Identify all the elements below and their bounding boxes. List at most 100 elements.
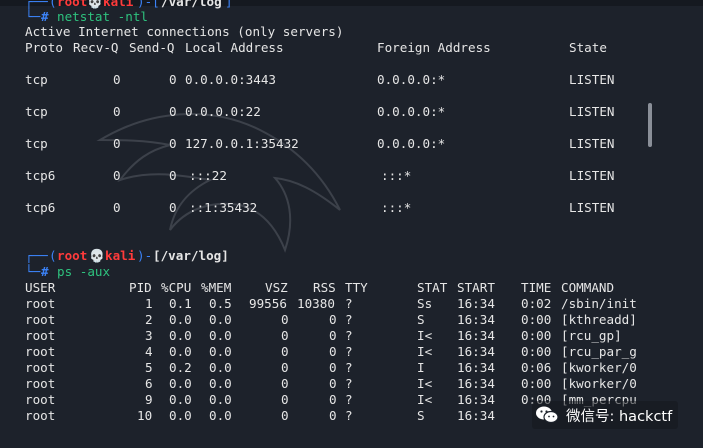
table-cell: I<: [417, 376, 433, 391]
table-cell: 0: [281, 392, 289, 407]
header-sendq: Send-Q: [129, 40, 175, 55]
table-cell: 0: [329, 392, 337, 407]
table-cell: tcp6: [25, 168, 56, 183]
watermark-text: 微信号: hackctf: [566, 408, 673, 425]
output-title: Active Internet connections (only server…: [0, 24, 343, 40]
wechat-icon: [536, 406, 559, 424]
table-cell: 0: [113, 72, 121, 87]
table-cell: ?: [345, 360, 353, 375]
table-cell: tcp6: [25, 200, 56, 215]
prompt-frame: ┌──: [25, 248, 48, 263]
header-state: State: [569, 40, 607, 55]
table-cell: 16:34: [457, 344, 495, 359]
command-line-1: └─ # netstat -ntl: [0, 9, 148, 25]
scrollbar-thumb[interactable]: [648, 103, 652, 147]
ps-header-cell: TTY: [345, 280, 368, 295]
table-cell: 0.0: [169, 376, 192, 391]
table-cell: 0: [169, 136, 177, 151]
table-cell: 0.0: [209, 408, 232, 423]
ps-header-cell: %CPU: [161, 280, 192, 295]
table-cell: root: [25, 328, 56, 343]
table-cell: 16:34: [457, 328, 495, 343]
kali-dragon-watermark: [96, 112, 341, 253]
table-cell: 99556: [249, 296, 287, 311]
table-cell: :::*: [381, 168, 412, 183]
table-cell: 0.0: [169, 312, 192, 327]
terminal-window[interactable]: ┌── ( root💀kali )-[ /var/log ] └─ # nets…: [0, 0, 703, 448]
prompt-hash: #: [41, 9, 49, 24]
table-cell: 0.0: [209, 344, 232, 359]
table-cell: ?: [345, 296, 353, 311]
table-cell: 0:00: [521, 312, 552, 327]
header-proto: Proto: [25, 40, 63, 55]
table-cell: 0.0.0.0:*: [377, 72, 446, 87]
table-cell: 0.0.0.0:*: [377, 104, 446, 119]
ps-header-cell: START: [457, 280, 495, 295]
ps-header-cell: STAT: [417, 280, 448, 295]
table-cell: 0:00: [521, 344, 552, 359]
table-cell: root: [25, 360, 56, 375]
prompt-frame-bottom: └─: [25, 9, 41, 24]
table-cell: root: [25, 312, 56, 327]
table-cell: 0.0: [209, 392, 232, 407]
prompt-close-bracket: ]: [225, 0, 233, 9]
table-cell: 0: [281, 328, 289, 343]
table-cell: 0.0.0.0:3443: [185, 72, 276, 87]
table-cell: root: [25, 344, 56, 359]
header-local-address: Local Address: [185, 40, 284, 55]
table-cell: 10380: [297, 296, 335, 311]
table-cell: ?: [345, 376, 353, 391]
table-cell: 0: [169, 200, 177, 215]
table-cell: ?: [345, 344, 353, 359]
netstat-title: Active Internet connections (only server…: [25, 24, 344, 39]
table-cell: 0.2: [169, 360, 192, 375]
table-cell: 0: [281, 360, 289, 375]
table-cell: 4: [145, 344, 153, 359]
table-cell: tcp: [25, 72, 48, 87]
table-cell: 3: [145, 328, 153, 343]
ps-header-cell: VSZ: [265, 280, 288, 295]
table-cell: I<: [417, 344, 433, 359]
table-cell: I<: [417, 328, 433, 343]
prompt-path: [/var/log]: [153, 248, 229, 263]
table-cell: 9: [145, 392, 153, 407]
prompt-line-2-top: ┌── ( root 💀 kali )- [/var/log]: [0, 248, 229, 264]
prompt-open-paren: (: [49, 248, 57, 263]
table-cell: 0:00: [521, 328, 552, 343]
prompt-path: /var/log: [161, 0, 222, 9]
table-cell: 0:06: [521, 360, 552, 375]
table-cell: 0.0: [169, 392, 192, 407]
ps-header-cell: PID: [129, 280, 152, 295]
table-cell: 0: [281, 312, 289, 327]
table-cell: 127.0.0.1:35432: [185, 136, 299, 151]
table-cell: 0: [113, 168, 121, 183]
table-cell: root: [25, 376, 56, 391]
table-cell: tcp: [25, 136, 48, 151]
table-cell: LISTEN: [569, 200, 615, 215]
table-cell: 0: [329, 312, 337, 327]
table-cell: 0: [329, 328, 337, 343]
command-line-2: └─ # ps -aux: [0, 264, 110, 280]
prompt-host: kali: [105, 248, 136, 263]
table-cell: 0: [329, 344, 337, 359]
table-cell: ?: [345, 408, 353, 423]
table-cell: 0.0: [209, 376, 232, 391]
table-cell: 0: [281, 344, 289, 359]
table-cell: 0: [281, 376, 289, 391]
table-cell: 0.0: [209, 328, 232, 343]
table-cell: /sbin/init: [561, 296, 637, 311]
skull-icon: 💀: [89, 248, 105, 263]
table-cell: root: [25, 408, 56, 423]
table-cell: ?: [345, 328, 353, 343]
table-cell: 0:02: [521, 296, 552, 311]
table-cell: I: [417, 360, 425, 375]
table-cell: [rcu_par_g: [561, 344, 637, 359]
table-cell: 1: [145, 296, 153, 311]
ps-header-cell: USER: [25, 280, 56, 295]
table-cell: 16:34: [457, 360, 495, 375]
table-cell: LISTEN: [569, 72, 615, 87]
table-cell: 0.0: [169, 408, 192, 423]
prompt-user: root: [57, 248, 88, 263]
table-cell: root: [25, 392, 56, 407]
command-ps: ps -aux: [57, 264, 111, 279]
